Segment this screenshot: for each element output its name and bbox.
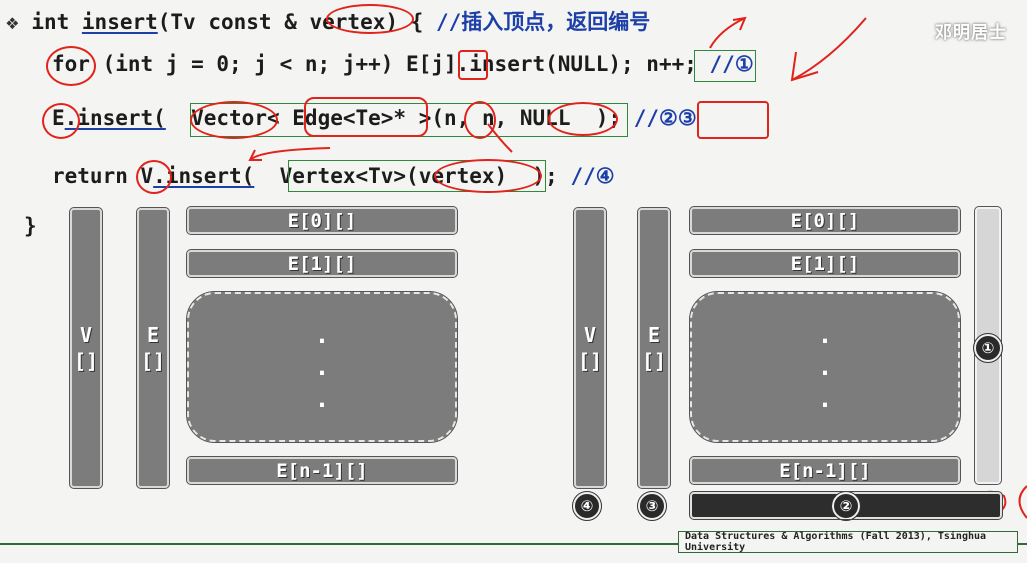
left-row-last: E[n-1][] xyxy=(186,456,458,485)
right-dot-3: . xyxy=(817,385,833,413)
left-rows-ellipsis: . . . xyxy=(186,291,458,443)
right-e-brackets: [] xyxy=(641,349,667,373)
left-row-0: E[0][] xyxy=(186,206,458,235)
left-edge-array: E [] xyxy=(136,207,170,489)
right-row-0: E[0][] xyxy=(689,206,961,235)
right-vertex-array: V [] xyxy=(573,207,607,489)
marker-edge-insert: ③ xyxy=(637,491,667,521)
right-dot-1: . xyxy=(817,321,833,349)
left-v-label: V xyxy=(79,323,93,347)
right-dot-2: . xyxy=(817,353,833,381)
left-v-brackets: [] xyxy=(73,349,99,373)
left-dot-3: . xyxy=(314,385,330,413)
right-row-last: E[n-1][] xyxy=(689,456,961,485)
right-e-label: E xyxy=(647,323,661,347)
marker-vertex-insert: ④ xyxy=(572,491,602,521)
left-dot-2: . xyxy=(314,353,330,381)
right-v-brackets: [] xyxy=(577,349,603,373)
left-row-1: E[1][] xyxy=(186,249,458,278)
right-v-label: V xyxy=(583,323,597,347)
left-dot-1: . xyxy=(314,321,330,349)
marker-new-row: ② xyxy=(831,490,861,521)
course-footer: Data Structures & Algorithms (Fall 2013)… xyxy=(678,531,1018,553)
right-rows-ellipsis: . . . xyxy=(689,291,961,443)
right-row-1: E[1][] xyxy=(689,249,961,278)
left-e-brackets: [] xyxy=(140,349,166,373)
marker-new-column: ① xyxy=(973,333,1003,363)
left-vertex-array: V [] xyxy=(69,207,103,489)
left-e-label: E xyxy=(146,323,160,347)
right-new-row: ② xyxy=(689,490,1003,521)
right-edge-array: E [] xyxy=(637,207,671,489)
